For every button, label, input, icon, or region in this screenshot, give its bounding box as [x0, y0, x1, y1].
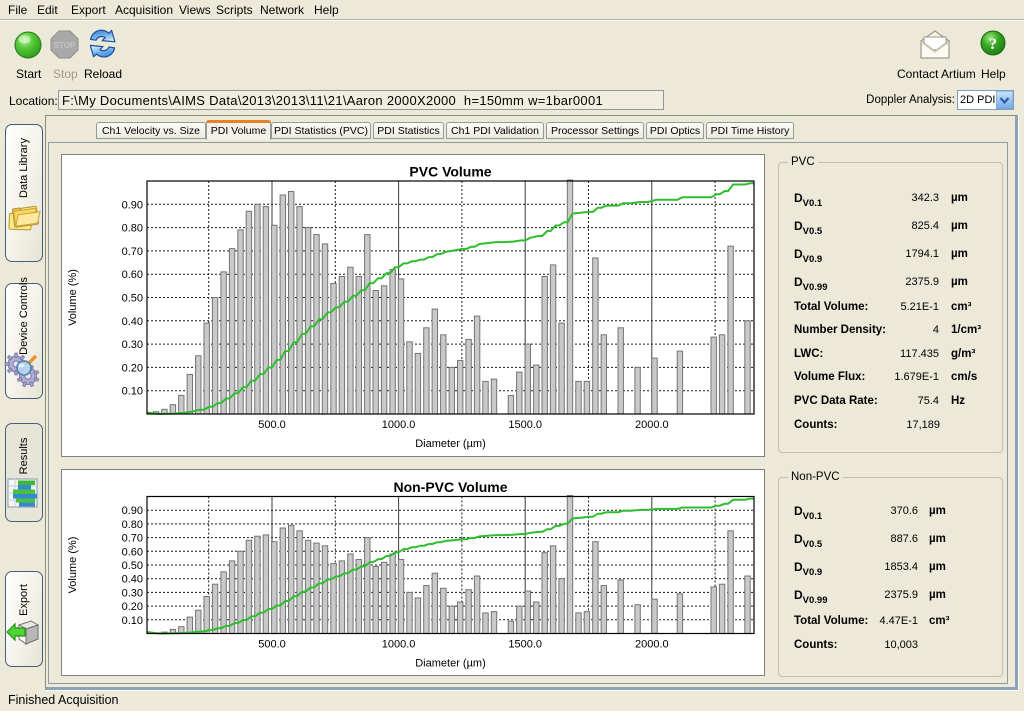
- svg-text:0.70: 0.70: [122, 246, 143, 258]
- svg-text:0.90: 0.90: [122, 199, 143, 211]
- svg-text:0.70: 0.70: [122, 533, 143, 545]
- svg-text:0.80: 0.80: [122, 223, 143, 235]
- svg-text:STOP: STOP: [54, 41, 76, 50]
- svg-text:Volume (%): Volume (%): [67, 537, 79, 594]
- svg-text:0.10: 0.10: [122, 386, 143, 398]
- svg-text:0.80: 0.80: [122, 519, 143, 531]
- svg-text:0.10: 0.10: [122, 615, 143, 627]
- svg-text:0.40: 0.40: [122, 316, 143, 328]
- svg-text:0.20: 0.20: [122, 362, 143, 374]
- svg-text:Diameter (µm): Diameter (µm): [415, 438, 486, 450]
- svg-text:Volume (%): Volume (%): [67, 269, 79, 326]
- svg-text:1000.0: 1000.0: [382, 419, 416, 431]
- svg-text:1500.0: 1500.0: [508, 419, 542, 431]
- svg-text:0.60: 0.60: [122, 546, 143, 558]
- svg-text:500.0: 500.0: [258, 419, 286, 431]
- svg-text:0.40: 0.40: [122, 574, 143, 586]
- svg-text:500.0: 500.0: [258, 639, 286, 651]
- svg-text:0.30: 0.30: [122, 339, 143, 351]
- svg-text:Diameter (µm): Diameter (µm): [415, 658, 486, 670]
- svg-text:PVC Volume: PVC Volume: [409, 164, 491, 180]
- svg-text:2000.0: 2000.0: [635, 639, 669, 651]
- svg-text:0.50: 0.50: [122, 293, 143, 305]
- svg-text:0.20: 0.20: [122, 601, 143, 613]
- svg-text:Non-PVC Volume: Non-PVC Volume: [393, 479, 507, 495]
- svg-text:1000.0: 1000.0: [382, 639, 416, 651]
- svg-text:0.60: 0.60: [122, 269, 143, 281]
- svg-text:?: ?: [989, 36, 997, 53]
- svg-text:0.90: 0.90: [122, 505, 143, 517]
- svg-text:0.50: 0.50: [122, 560, 143, 572]
- svg-text:2000.0: 2000.0: [635, 419, 669, 431]
- svg-text:0.30: 0.30: [122, 587, 143, 599]
- svg-text:1500.0: 1500.0: [508, 639, 542, 651]
